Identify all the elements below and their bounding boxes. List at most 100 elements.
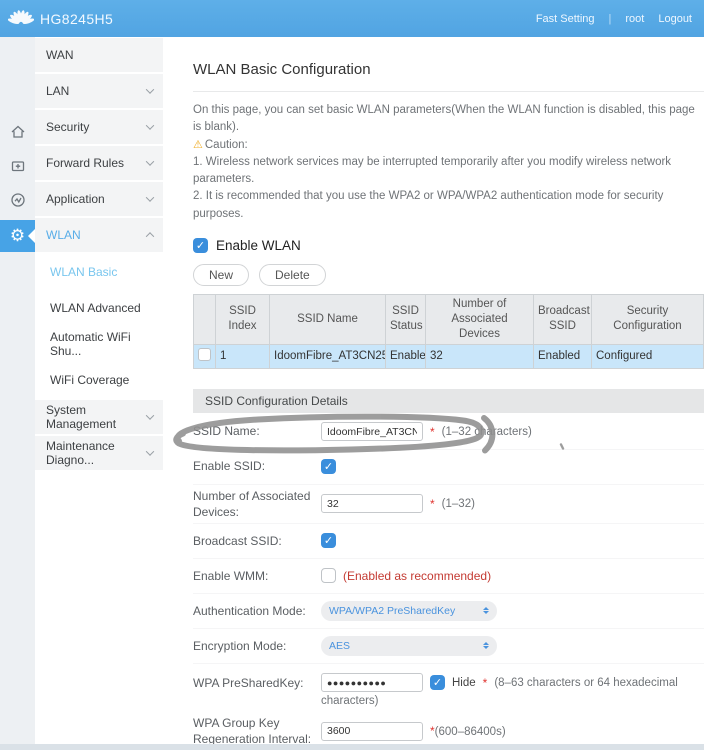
- associated-devices-row: Number of Associated Devices: * (1–32): [193, 485, 704, 524]
- huawei-logo-icon: [8, 7, 34, 31]
- enable-ssid-checkbox[interactable]: ✓: [321, 459, 336, 474]
- delete-button[interactable]: Delete: [259, 264, 326, 286]
- caution-item-2: 2. It is recommended that you use the WP…: [193, 188, 704, 223]
- broadcast-ssid-label: Broadcast SSID:: [193, 533, 321, 549]
- status-gauge-icon[interactable]: [0, 187, 35, 213]
- chevron-up-icon: [146, 232, 154, 240]
- caution-heading: ⚠Caution:: [193, 137, 704, 154]
- icon-rail: ⚙: [0, 37, 35, 750]
- top-bar-links: Fast Setting | root Logout: [536, 13, 692, 25]
- chevron-down-icon: [146, 411, 154, 419]
- enable-wmm-row: Enable WMM: (Enabled as recommended): [193, 559, 704, 594]
- gear-icon: ⚙: [10, 228, 25, 245]
- sidebar-subitem-automatic-wifi-shutdown[interactable]: Automatic WiFi Shu...: [35, 326, 163, 362]
- hide-password-checkbox[interactable]: ✓: [430, 675, 445, 690]
- ssid-table-header-row: SSID Index SSID Name SSID Status Number …: [194, 294, 704, 344]
- sidebar-item-maintenance-diagnose[interactable]: Maintenance Diagno...: [35, 436, 163, 470]
- sidebar-item-label: Security: [46, 120, 147, 134]
- enable-wmm-label: Enable WMM:: [193, 568, 321, 584]
- table-row[interactable]: 1 IdoomFibre_AT3CN252m Enabled 32 Enable…: [194, 344, 704, 368]
- wpa-presharedkey-input[interactable]: [321, 673, 423, 692]
- sidebar-item-wan[interactable]: WAN: [35, 38, 163, 72]
- page-intro: On this page, you can set basic WLAN par…: [193, 102, 704, 137]
- sidebar-item-label: LAN: [46, 84, 147, 98]
- sidebar-item-label: WLAN: [46, 228, 147, 242]
- wpa-presharedkey-row: WPA PreSharedKey: ✓ Hide * (8–63 charact…: [193, 664, 704, 699]
- ssid-name-hint: (1–32 characters): [442, 426, 532, 438]
- sidebar-item-forward-rules[interactable]: Forward Rules: [35, 146, 163, 180]
- sidebar-item-label: WAN: [46, 48, 153, 62]
- sidebar-item-application[interactable]: Application: [35, 182, 163, 216]
- col-security: Security Configuration: [592, 294, 704, 344]
- add-box-icon[interactable]: [0, 153, 35, 179]
- required-mark: *: [430, 425, 435, 439]
- title-divider: [193, 91, 704, 92]
- broadcast-ssid-checkbox[interactable]: ✓: [321, 533, 336, 548]
- enable-wlan-row: ✓ Enable WLAN: [193, 238, 704, 253]
- new-button[interactable]: New: [193, 264, 249, 286]
- check-icon: ✓: [433, 676, 442, 689]
- sidebar-item-security[interactable]: Security: [35, 110, 163, 144]
- row-checkbox[interactable]: [198, 348, 211, 361]
- wpa-presharedkey-label: WPA PreSharedKey:: [193, 675, 321, 691]
- chevron-down-icon: [146, 157, 154, 165]
- sidebar-item-label: Application: [46, 192, 147, 206]
- group-key-interval-label: WPA Group Key Regeneration Interval:: [193, 715, 321, 747]
- cell-security: Configured: [592, 344, 704, 368]
- sidebar-subitem-wlan-basic[interactable]: WLAN Basic: [35, 254, 163, 290]
- authentication-mode-select[interactable]: WPA/WPA2 PreSharedKey: [321, 601, 497, 621]
- updown-icon: [483, 607, 489, 614]
- sidebar-item-system-management[interactable]: System Management: [35, 400, 163, 434]
- active-notch: [28, 229, 35, 243]
- group-key-interval-input[interactable]: [321, 722, 423, 741]
- sidebar-item-wlan[interactable]: WLAN: [35, 218, 163, 252]
- ssid-config-form: SSID Name: * (1–32 characters) Enable SS…: [193, 415, 704, 750]
- sidebar-item-lan[interactable]: LAN: [35, 74, 163, 108]
- row-checkbox-cell: [194, 344, 216, 368]
- chevron-down-icon: [146, 121, 154, 129]
- chevron-down-icon: [146, 447, 154, 455]
- devices-label: Number of Associated Devices:: [193, 488, 321, 520]
- settings-rail-item[interactable]: ⚙: [0, 220, 35, 252]
- devices-input[interactable]: [321, 494, 423, 513]
- sidebar-subitem-wlan-advanced[interactable]: WLAN Advanced: [35, 290, 163, 326]
- caution-label: Caution:: [205, 139, 248, 151]
- col-broadcast: Broadcast SSID: [534, 294, 592, 344]
- fast-setting-link[interactable]: Fast Setting: [536, 13, 595, 25]
- col-ssid-status: SSID Status: [386, 294, 426, 344]
- sidebar-item-label: Forward Rules: [46, 156, 147, 170]
- check-icon: ✓: [324, 534, 333, 547]
- brand: HG8245H5: [8, 7, 113, 31]
- required-mark: *: [430, 497, 435, 511]
- table-actions: New Delete: [193, 264, 704, 286]
- encryption-mode-value: AES: [329, 640, 483, 652]
- user-link[interactable]: root: [625, 13, 644, 25]
- home-icon[interactable]: [0, 119, 35, 145]
- updown-icon: [483, 642, 489, 649]
- sidebar-subitem-label: WiFi Coverage: [50, 373, 129, 387]
- cell-ssid-index: 1: [216, 344, 270, 368]
- sidebar-subitem-label: Automatic WiFi Shu...: [50, 330, 163, 358]
- logout-link[interactable]: Logout: [658, 13, 692, 25]
- required-mark: *: [483, 676, 488, 690]
- col-devices: Number of Associated Devices: [426, 294, 534, 344]
- enable-wlan-checkbox[interactable]: ✓: [193, 238, 208, 253]
- broadcast-ssid-row: Broadcast SSID: ✓: [193, 524, 704, 559]
- ssid-name-input[interactable]: [321, 422, 423, 441]
- encryption-mode-select[interactable]: AES: [321, 636, 497, 656]
- caution-item-1: 1. Wireless network services may be inte…: [193, 154, 704, 189]
- ssid-table: SSID Index SSID Name SSID Status Number …: [193, 294, 704, 369]
- devices-hint: (1–32): [442, 498, 475, 510]
- sidebar-menu: WAN LAN Security Forward Rules Applicati…: [35, 37, 163, 750]
- ssid-details-section-header: SSID Configuration Details: [193, 389, 704, 413]
- enable-ssid-row: Enable SSID: ✓: [193, 450, 704, 485]
- chevron-down-icon: [146, 85, 154, 93]
- check-icon: ✓: [196, 239, 205, 252]
- wmm-recommendation-note: (Enabled as recommended): [343, 569, 491, 583]
- sidebar-subitem-wifi-coverage[interactable]: WiFi Coverage: [35, 362, 163, 398]
- window-bottom-edge: [0, 744, 704, 750]
- enable-wmm-checkbox[interactable]: [321, 568, 336, 583]
- router-admin-screen: HG8245H5 Fast Setting | root Logout ⚙: [0, 0, 704, 750]
- link-separator: |: [609, 13, 612, 25]
- top-bar: HG8245H5 Fast Setting | root Logout: [0, 0, 704, 37]
